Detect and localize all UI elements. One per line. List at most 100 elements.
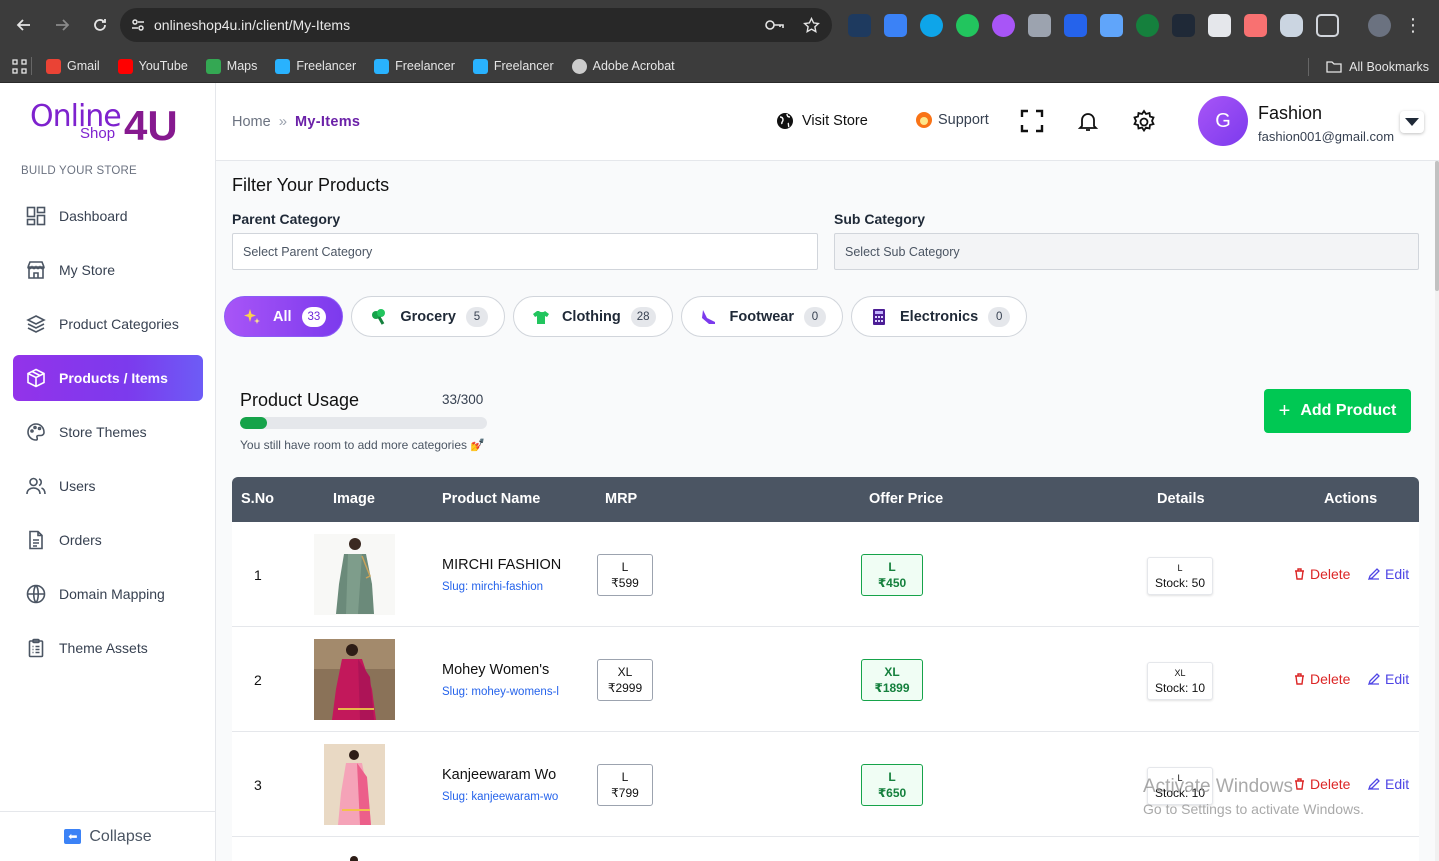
delete-button[interactable]: Delete: [1294, 671, 1350, 687]
chip-label: Footwear: [729, 308, 794, 325]
visit-store-button[interactable]: Visit Store: [776, 112, 868, 130]
sidebar-item-label: Orders: [59, 532, 102, 548]
fullscreen-icon[interactable]: [1020, 109, 1046, 135]
sidebar-item-products-items[interactable]: Products / Items: [13, 355, 203, 401]
bookmark-label: Freelancer: [395, 59, 455, 73]
bookmark-gmail[interactable]: Gmail: [46, 58, 100, 74]
page-scrollbar[interactable]: [1435, 161, 1439, 861]
parent-category-select[interactable]: Select Parent Category: [232, 233, 818, 270]
site-settings-icon[interactable]: [130, 17, 146, 33]
extension-icon[interactable]: [1208, 13, 1231, 37]
profile-avatar-icon[interactable]: [1368, 13, 1391, 37]
extension-icon[interactable]: [992, 13, 1015, 37]
onlineshop4u-logo[interactable]: Online Shop 4U: [30, 99, 190, 151]
extension-icon[interactable]: [1136, 13, 1159, 37]
sidebar-item-theme-assets[interactable]: Theme Assets: [13, 625, 203, 671]
shield-icon[interactable]: [1280, 13, 1303, 37]
scrollbar-thumb[interactable]: [1435, 161, 1439, 291]
sidebar-item-my-store[interactable]: My Store: [13, 247, 203, 293]
all-bookmarks-button[interactable]: All Bookmarks: [1304, 50, 1429, 83]
extension-icon[interactable]: [1244, 13, 1267, 37]
extension-icon[interactable]: [920, 13, 943, 37]
bookmark-freelancer[interactable]: Freelancer: [275, 58, 357, 74]
bookmark-freelancer[interactable]: Freelancer: [472, 58, 554, 74]
chip-clothing[interactable]: Clothing 28: [512, 296, 673, 337]
details-size: L: [1177, 563, 1183, 573]
screen-capture-icon[interactable]: [884, 13, 907, 37]
caret-down-icon: [1405, 118, 1419, 126]
settings-gear-icon[interactable]: [1131, 109, 1157, 135]
sidebar-item-product-categories[interactable]: Product Categories: [13, 301, 203, 347]
sidebar-item-orders[interactable]: Orders: [13, 517, 203, 563]
sub-category-select[interactable]: Select Sub Category: [834, 233, 1419, 270]
bell-icon[interactable]: [1076, 109, 1102, 135]
bookmark-label: Freelancer: [296, 59, 357, 73]
divider: [31, 57, 32, 75]
breadcrumb-home[interactable]: Home: [232, 114, 271, 130]
sidebar-item-users[interactable]: Users: [13, 463, 203, 509]
eyedropper-icon[interactable]: [1172, 13, 1195, 37]
usage-progress-bar: [240, 417, 487, 429]
bookmark-adobe-acrobat[interactable]: Adobe Acrobat: [571, 58, 675, 74]
delete-button[interactable]: Delete: [1294, 776, 1350, 792]
add-product-button[interactable]: + Add Product: [1264, 389, 1411, 433]
extensions-puzzle-icon[interactable]: [1316, 13, 1339, 37]
table-row: 2 Mohey Women's Slug: mohey-womens-l XL ₹…: [232, 627, 1419, 732]
chip-grocery[interactable]: Grocery 5: [351, 296, 505, 337]
address-bar[interactable]: onlineshop4u.in/client/My-Items: [120, 8, 832, 42]
dashboard-icon: [25, 205, 47, 227]
edit-button[interactable]: Edit: [1368, 671, 1409, 687]
bookmark-youtube[interactable]: YouTube: [117, 58, 188, 74]
user-avatar[interactable]: G: [1198, 96, 1248, 146]
product-image[interactable]: [314, 639, 395, 720]
globe-icon: [25, 583, 47, 605]
sidebar-item-label: Users: [59, 478, 96, 494]
edit-button[interactable]: Edit: [1368, 776, 1409, 792]
browser-menu-icon[interactable]: ⋮: [1404, 16, 1422, 34]
chip-label: Grocery: [400, 308, 456, 325]
extensions-bar: ⋮: [848, 0, 1422, 50]
bookmarks-bar: Gmail YouTube Maps Freelancer Freelancer Free…: [0, 50, 1439, 83]
chip-footwear[interactable]: Footwear 0: [680, 296, 843, 337]
sidebar-item-store-themes[interactable]: Store Themes: [13, 409, 203, 455]
mrp-price: ₹799: [611, 786, 639, 800]
chip-all[interactable]: All 33: [224, 296, 344, 337]
bookmark-maps[interactable]: Maps: [205, 58, 258, 74]
reload-icon[interactable]: [82, 7, 118, 43]
col-sno: S.No: [241, 491, 275, 507]
chip-label: Clothing: [561, 308, 621, 325]
sidebar-item-domain-mapping[interactable]: Domain Mapping: [13, 571, 203, 617]
product-image[interactable]: [314, 534, 395, 615]
sidebar-item-dashboard[interactable]: Dashboard: [13, 193, 203, 239]
product-image[interactable]: [324, 849, 385, 861]
pencil-icon: [1368, 673, 1380, 685]
details-stock: Stock: 10: [1154, 786, 1206, 800]
back-icon[interactable]: [6, 7, 42, 43]
sidebar-item-label: Product Categories: [59, 316, 179, 332]
password-key-icon[interactable]: [765, 18, 785, 32]
delete-button[interactable]: Delete: [1294, 566, 1350, 582]
bookmark-star-icon[interactable]: [803, 16, 820, 34]
add-product-label: Add Product: [1300, 402, 1397, 419]
camera-icon[interactable]: [1028, 13, 1051, 37]
product-image[interactable]: [324, 744, 385, 825]
extension-icon[interactable]: [1064, 13, 1087, 37]
bookmark-freelancer[interactable]: Freelancer: [374, 58, 455, 74]
extension-icon[interactable]: [956, 13, 979, 37]
forward-icon[interactable]: [44, 7, 80, 43]
edit-button[interactable]: Edit: [1368, 566, 1409, 582]
react-devtools-icon[interactable]: [848, 13, 871, 37]
collapse-button[interactable]: ⬅ Collapse: [0, 811, 216, 861]
extension-icon[interactable]: [1100, 13, 1123, 37]
support-button[interactable]: Support: [916, 112, 989, 128]
apps-grid-icon[interactable]: [12, 58, 27, 74]
chip-electronics[interactable]: Electronics 0: [851, 296, 1028, 337]
mrp-size: XL: [617, 665, 633, 679]
sidebar-item-label: Store Themes: [59, 424, 147, 440]
chip-count: 0: [804, 306, 826, 327]
user-menu-dropdown[interactable]: [1400, 111, 1424, 133]
url-text: onlineshop4u.in/client/My-Items: [154, 17, 351, 33]
bookmark-label: Maps: [226, 59, 258, 73]
plus-icon: +: [1278, 400, 1291, 422]
offer-price: ₹650: [877, 786, 907, 800]
